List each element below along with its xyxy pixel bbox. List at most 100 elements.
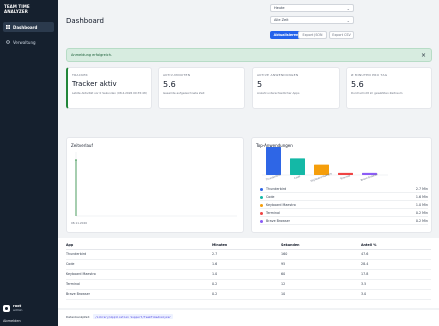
export-json-button[interactable]: Export JSON xyxy=(298,31,327,39)
cell-share: 3.5 xyxy=(361,279,431,290)
kpi-value: 5.6 xyxy=(163,80,176,89)
table-row: Brave Browser 0.2 10 3.0 xyxy=(66,289,431,300)
legend-item: Keyboard Maestro 1.0 Min xyxy=(260,202,428,209)
legend-dot-icon xyxy=(260,203,263,207)
apps-table-card: App Minuten Sekunden Anteil % Thunderbir… xyxy=(58,238,439,308)
cell-app: Code xyxy=(66,259,212,270)
user-select-value: Heute xyxy=(274,6,285,10)
dashboard-icon xyxy=(6,25,10,29)
col-header-app: App xyxy=(66,241,212,250)
cell-minutes: 0.2 xyxy=(212,279,281,290)
kpi-value: 5 xyxy=(257,80,263,89)
avatar xyxy=(3,304,10,312)
logout-link[interactable]: Abmelden xyxy=(3,319,21,323)
col-header-seconds: Sekunden xyxy=(281,241,361,250)
user-role: admin xyxy=(13,308,23,312)
table-row: Keyboard Maestro 1.0 60 17.8 xyxy=(66,269,431,280)
legend-value: 0.2 Min xyxy=(415,219,428,223)
legend-dot-icon xyxy=(260,219,263,223)
cell-share: 17.8 xyxy=(361,269,431,280)
kpi-label: Ø MINUTEN PRO TAG xyxy=(351,73,388,77)
cell-minutes: 1.6 xyxy=(212,259,281,270)
cell-seconds: 95 xyxy=(281,259,361,270)
cell-share: 47.6 xyxy=(361,249,431,260)
legend-item: Code 1.6 Min xyxy=(260,194,428,201)
cell-seconds: 10 xyxy=(281,289,361,300)
legend-value: 2.7 Min xyxy=(415,187,428,191)
table-row: Terminal 0.2 12 3.5 xyxy=(66,279,431,290)
close-icon[interactable]: × xyxy=(421,52,426,59)
bar-terminal xyxy=(338,172,353,175)
export-csv-button[interactable]: Export CSV xyxy=(329,31,354,39)
legend-label: Keyboard Maestro xyxy=(266,203,296,207)
chevron-down-icon: ⌄ xyxy=(346,6,350,11)
kpi-card-active-minutes: AKTIV-MINUTEN 5.6 Gesamte aufgezeichnete… xyxy=(158,67,245,109)
success-alert: Anmeldung erfolgreich. × xyxy=(66,48,432,62)
cell-share: 28.4 xyxy=(361,259,431,270)
legend-label: Thunderbird xyxy=(266,187,287,191)
col-header-minutes: Minuten xyxy=(212,241,281,250)
kpi-value: 5.6 xyxy=(351,80,364,89)
db-path-value: /Library/Application Support/TeamTimeAna… xyxy=(93,314,173,319)
kpi-subtext: Durchschnitt im gewählten Zeitraum xyxy=(351,91,403,95)
kpi-card-minutes-per-day: Ø MINUTEN PRO TAG 5.6 Durchschnitt im ge… xyxy=(346,67,432,109)
sidebar-item-label: Dashboard xyxy=(13,24,38,30)
top-apps-panel: Top-Anwendungen Thunderbird Code Keyboard … xyxy=(251,137,432,233)
db-path-card: Datenbankpfad: /Library/Application Supp… xyxy=(58,310,439,326)
legend-label: Brave Browser xyxy=(266,219,291,223)
table-row: Code 1.6 95 28.4 xyxy=(66,259,431,270)
sidebar-item-verwaltung[interactable]: Verwaltung xyxy=(3,37,54,47)
kpi-card-active-apps: AKTIVE ANWENDUNGEN 5 Anzahl unterschiedl… xyxy=(252,67,340,109)
range-select-value: Alle Zeit xyxy=(274,18,289,22)
cell-seconds: 12 xyxy=(281,279,361,290)
apps-table: App Minuten Sekunden Anteil % Thunderbir… xyxy=(66,241,431,300)
settings-icon xyxy=(6,40,10,44)
page-title: Dashboard xyxy=(66,17,104,25)
timeline-panel: Zeitverlauf 08.11.2026 xyxy=(66,137,244,233)
chevron-down-icon: ⌄ xyxy=(346,18,350,23)
kpi-label: TRACKER xyxy=(72,73,88,77)
range-select[interactable]: Alle Zeit ⌄ xyxy=(270,16,354,24)
col-header-share: Anteil % xyxy=(361,241,431,250)
db-path-label: Datenbankpfad: xyxy=(66,314,91,319)
legend-value: 1.0 Min xyxy=(415,203,428,207)
legend-dot-icon xyxy=(260,195,263,199)
table-header-row: App Minuten Sekunden Anteil % xyxy=(66,241,431,250)
cell-minutes: 0.2 xyxy=(212,289,281,300)
legend-item: Terminal 0.2 Min xyxy=(260,210,428,217)
cell-app: Brave Browser xyxy=(66,289,212,300)
alert-text: Anmeldung erfolgreich. xyxy=(71,53,113,57)
cell-seconds: 60 xyxy=(281,269,361,280)
sidebar-item-label: Verwaltung xyxy=(13,39,36,45)
legend-label: Code xyxy=(266,195,275,199)
sidebar-item-dashboard[interactable]: Dashboard xyxy=(3,22,54,32)
cell-app: Thunderbird xyxy=(66,249,212,260)
kpi-label: AKTIVE ANWENDUNGEN xyxy=(257,73,299,77)
bar-thunderbird xyxy=(266,147,281,175)
legend-dot-icon xyxy=(260,211,263,215)
bar-code xyxy=(290,158,305,175)
cell-share: 3.0 xyxy=(361,289,431,300)
legend-label: Terminal xyxy=(266,211,280,215)
db-path: Datenbankpfad: /Library/Application Supp… xyxy=(66,314,173,319)
timeline-x-tick: 08.11.2026 xyxy=(71,221,88,225)
cell-minutes: 1.0 xyxy=(212,269,281,280)
legend-item: Thunderbird 2.7 Min xyxy=(260,186,428,193)
table-row: Thunderbird 2.7 160 47.6 xyxy=(66,249,431,260)
user-select[interactable]: Heute ⌄ xyxy=(270,4,354,12)
kpi-subtext: Anzahl unterschiedlicher Apps xyxy=(257,91,300,95)
kpi-value: Tracker aktiv xyxy=(72,80,117,88)
cell-app: Keyboard Maestro xyxy=(66,269,212,280)
user-profile: root admin xyxy=(3,304,22,312)
kpi-subtext: Letzte Aktivität vor 0 Sekunden (08.4.20… xyxy=(72,91,147,95)
cell-app: Terminal xyxy=(66,279,212,290)
legend-value: 1.6 Min xyxy=(415,195,428,199)
sidebar: TEAM TIME ANALYZER Dashboard Verwaltung … xyxy=(0,0,58,326)
kpi-label: AKTIV-MINUTEN xyxy=(163,73,191,77)
brand-line-2: ANALYZER xyxy=(4,9,28,14)
app-brand: TEAM TIME ANALYZER xyxy=(4,4,30,14)
legend-value: 0.2 Min xyxy=(415,211,428,215)
legend-item: Brave Browser 0.2 Min xyxy=(260,218,428,225)
timeline-chart xyxy=(75,152,237,217)
top-apps-chart: Thunderbird Code Keyboard Maestro Terminal B… xyxy=(262,147,388,183)
